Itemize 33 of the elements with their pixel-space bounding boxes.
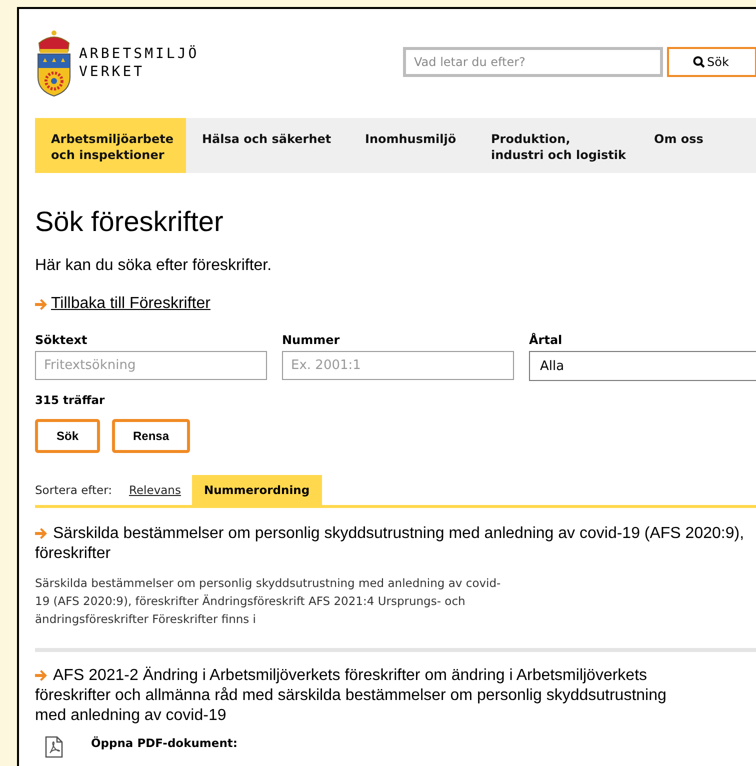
form-button[interactable]: Sök <box>35 419 100 453</box>
nav-item[interactable]: Produktion, industri och logistik <box>475 118 638 173</box>
arrow-icon <box>35 670 47 681</box>
result-title-link[interactable]: Särskilda bestämmelser om personlig skyddsutrustning med anledning av covid-19 (AFS 2020:9), föreskrifter <box>35 524 744 564</box>
search-button[interactable]: Sök <box>667 47 756 77</box>
pdf-link-label[interactable]: Öppna PDF-dokument: <box>91 736 238 750</box>
search-field[interactable]: Vad letar du efter? <box>403 47 663 77</box>
hit-count: 315 träffar <box>35 393 106 407</box>
input-field[interactable]: Fritextsökning <box>35 351 267 380</box>
input-field[interactable]: Ex. 2001:1 <box>282 351 514 380</box>
pdf-file-icon <box>45 736 63 758</box>
sort-tab[interactable]: Nummerordning <box>192 475 322 505</box>
form-button[interactable]: Rensa <box>112 419 190 453</box>
crest-logo[interactable] <box>35 28 73 96</box>
sort-label: Sortera efter: <box>35 482 112 499</box>
page-title: Sök föreskrifter <box>35 205 224 239</box>
arrow-icon <box>35 528 47 539</box>
arrow-icon <box>35 298 47 310</box>
field-label: Årtal <box>529 333 562 347</box>
result-snippet: Särskilda bestämmelser om personlig skyddsutrustning med anledning av covid- 19 (AFS 2020:9), föreskrifter Ändringsföreskrift AFS 2021:4 Ursprungs- och ändringsföreskrifter Föreskrifter finns i <box>35 575 502 628</box>
select-field[interactable]: Alla <box>529 351 756 381</box>
search-icon <box>693 56 705 68</box>
nav-item[interactable]: Hälsa och säkerhet <box>186 118 349 173</box>
intro-text: Här kan du söka efter föreskrifter. <box>35 257 273 275</box>
nav-item[interactable]: Om oss <box>638 118 704 173</box>
nav-item[interactable]: Arbetsmiljöarbete och inspektioner <box>35 118 186 173</box>
field-label: Söktext <box>35 333 88 347</box>
back-link[interactable]: Tillbaka till Föreskrifter <box>51 295 210 313</box>
logo-text: ARBETSMILJÖ VERKET <box>79 44 200 80</box>
sort-tab[interactable]: Relevans <box>112 475 192 505</box>
nav-item[interactable]: Inomhusmiljö <box>349 118 475 173</box>
result-title-link[interactable]: AFS 2021-2 Ändring i Arbetsmiljöverkets föreskrifter om ändring i Arbetsmiljöverkets föreskrifter och allmänna råd med särskilda bestämmelser om personlig skyddsutrustning med anledning av covid-19 <box>35 666 666 726</box>
field-label: Nummer <box>282 333 340 347</box>
